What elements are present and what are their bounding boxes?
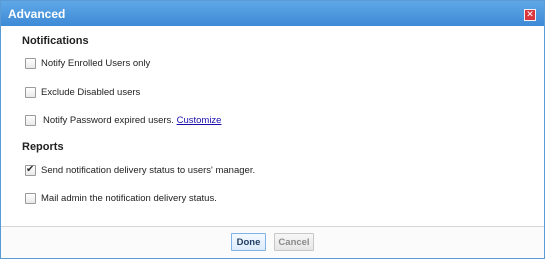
exclude-disabled-checkbox[interactable] [25,87,36,98]
cancel-button[interactable]: Cancel [274,233,314,251]
close-icon[interactable]: ✕ [524,9,536,21]
customize-link[interactable]: Customize [177,115,222,126]
notify-password-expired-checkbox[interactable] [25,115,36,126]
notify-password-expired-label: Notify Password expired users. Customize [43,115,221,126]
send-status-manager-checkbox[interactable]: ✔ [25,164,36,176]
notify-enrolled-label: Notify Enrolled Users only [41,58,151,69]
notify-enrolled-checkbox[interactable] [25,58,36,69]
notify-password-expired-text: Notify Password expired users. [43,115,174,126]
advanced-dialog: Advanced ✕ Notifications Notify Enrolled… [0,0,545,259]
mail-admin-status-checkbox[interactable] [25,193,36,204]
notifications-heading: Notifications [22,35,89,47]
exclude-disabled-label: Exclude Disabled users [41,87,141,98]
dialog-title: Advanced [8,7,66,21]
mail-admin-status-label: Mail admin the notification delivery sta… [41,193,217,204]
dialog-footer: Done Cancel [1,227,544,258]
send-status-manager-label: Send notification delivery status to use… [41,165,256,176]
dialog-titlebar: Advanced ✕ [1,1,544,26]
checkmark-icon: ✔ [26,164,35,175]
done-button[interactable]: Done [231,233,266,251]
reports-heading: Reports [22,141,64,153]
